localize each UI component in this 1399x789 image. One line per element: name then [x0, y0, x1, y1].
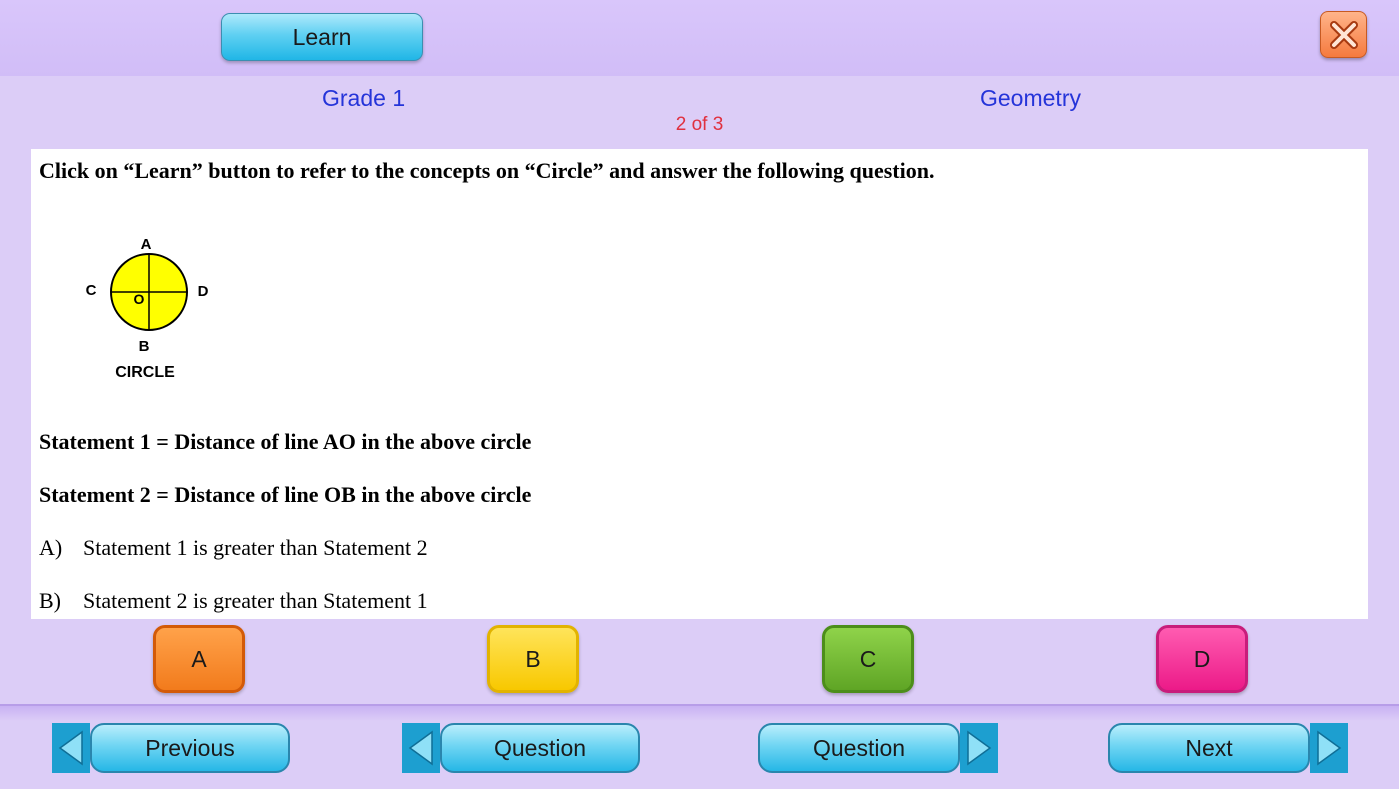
answer-a-button[interactable]: A: [153, 625, 245, 693]
question-instruction: Click on “Learn” button to refer to the …: [39, 158, 935, 183]
previous-question-label: Question: [440, 723, 640, 773]
previous-label: Previous: [90, 723, 290, 773]
previous-button[interactable]: Previous: [52, 723, 292, 773]
option-b: B) Statement 2 is greater than Statement …: [39, 588, 428, 614]
option-b-letter: B): [39, 588, 61, 613]
left-arrow-icon: [52, 723, 90, 773]
answer-c-button[interactable]: C: [822, 625, 914, 693]
next-button[interactable]: Next: [1108, 723, 1348, 773]
close-x-icon: [1329, 20, 1358, 49]
next-label: Next: [1108, 723, 1310, 773]
answer-b-button[interactable]: B: [487, 625, 579, 693]
label-b: B: [139, 338, 150, 355]
label-d: D: [198, 283, 209, 300]
label-a: A: [141, 236, 152, 253]
subject-label: Geometry: [980, 85, 1081, 111]
statement-2: Statement 2 = Distance of line OB in the…: [39, 482, 532, 507]
option-a-letter: A): [39, 535, 63, 560]
grade-label: Grade 1: [322, 85, 406, 111]
question-progress: 2 of 3: [675, 114, 724, 135]
label-o: O: [134, 291, 145, 307]
learn-button[interactable]: Learn: [221, 13, 423, 61]
right-arrow-icon: [1310, 723, 1348, 773]
answer-d-button[interactable]: D: [1156, 625, 1248, 693]
statement-1: Statement 1 = Distance of line AO in the…: [39, 429, 532, 454]
next-question-label: Question: [758, 723, 960, 773]
question-panel: Click on “Learn” button to refer to the …: [31, 149, 1368, 619]
option-a: A) Statement 1 is greater than Statement …: [39, 535, 428, 561]
right-arrow-icon: [960, 723, 998, 773]
option-a-text: Statement 1 is greater than Statement 2: [83, 535, 428, 560]
close-button[interactable]: [1320, 11, 1367, 58]
figure-caption: CIRCLE: [115, 364, 175, 381]
next-question-button[interactable]: Question: [758, 723, 998, 773]
top-bar: [0, 0, 1399, 76]
label-c: C: [86, 282, 97, 299]
left-arrow-icon: [402, 723, 440, 773]
option-b-text: Statement 2 is greater than Statement 1: [83, 588, 428, 613]
previous-question-button[interactable]: Question: [402, 723, 642, 773]
circle-figure: A C O D B CIRCLE: [86, 236, 209, 381]
